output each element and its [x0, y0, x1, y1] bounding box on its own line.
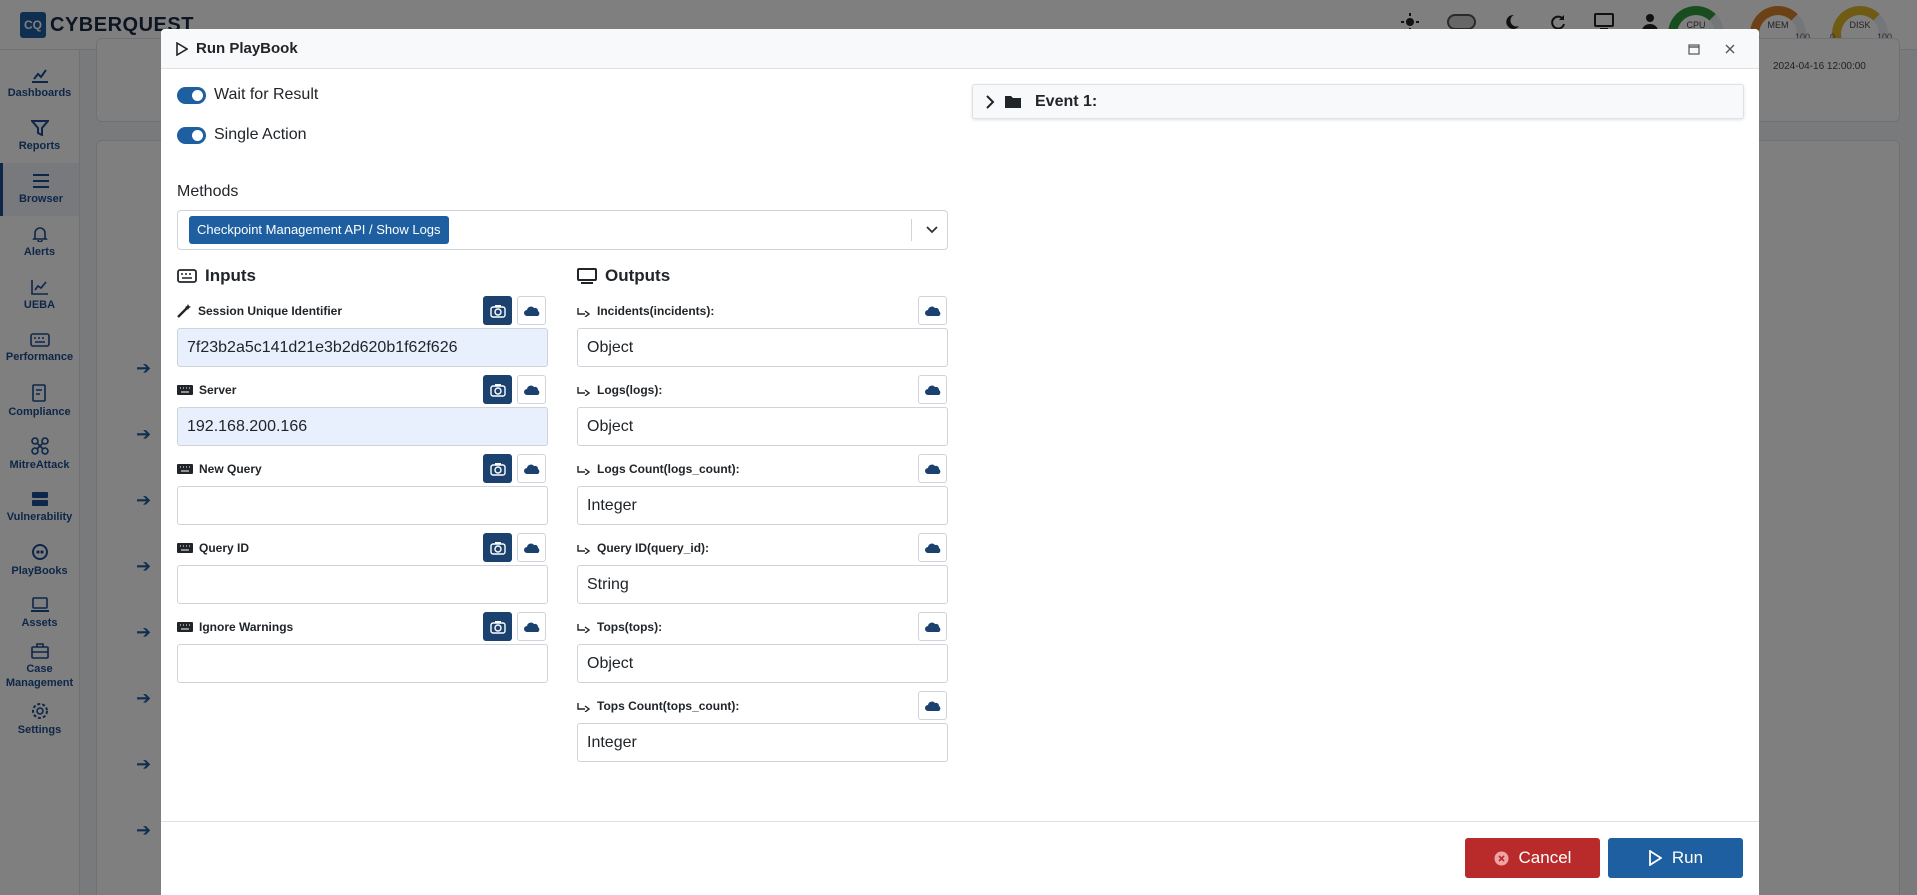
cloud-icon: [924, 464, 940, 474]
query-id-output[interactable]: String: [577, 565, 948, 604]
input-label: New Query: [177, 462, 262, 476]
close-button[interactable]: [1718, 37, 1742, 61]
variable-button[interactable]: [918, 533, 947, 562]
maximize-icon: [1688, 43, 1700, 55]
cloud-icon: [523, 464, 539, 474]
single-action-row: Single Action: [177, 126, 307, 144]
inputs-section-title: Inputs: [177, 266, 256, 286]
event-panel[interactable]: Event 1:: [972, 84, 1744, 119]
methods-select[interactable]: Checkpoint Management API / Show Logs: [177, 210, 948, 250]
variable-button[interactable]: [918, 612, 947, 641]
cloud-icon: [523, 385, 539, 395]
desktop-icon: [577, 268, 597, 284]
cloud-icon: [924, 543, 940, 553]
arrow-out-icon: [577, 703, 591, 712]
query-id-input[interactable]: [177, 565, 548, 604]
maximize-button[interactable]: [1682, 37, 1706, 61]
select-separator: [911, 219, 912, 241]
run-button[interactable]: Run: [1608, 838, 1743, 878]
camera-button[interactable]: [483, 296, 512, 325]
magic-icon: [177, 304, 191, 318]
close-icon: [1725, 44, 1735, 54]
camera-icon: [489, 383, 506, 397]
variable-button[interactable]: [918, 296, 947, 325]
chevron-down-icon[interactable]: [925, 222, 939, 241]
cloud-icon: [924, 385, 940, 395]
wait-for-result-row: Wait for Result: [177, 86, 318, 104]
cancel-button[interactable]: Cancel: [1465, 838, 1600, 878]
outputs-section-title: Outputs: [577, 266, 670, 286]
modal-header: Run PlayBook: [161, 29, 1759, 69]
modal-title: Run PlayBook: [196, 40, 298, 57]
tops-output[interactable]: Object: [577, 644, 948, 683]
cloud-icon: [523, 622, 539, 632]
arrow-out-icon: [577, 624, 591, 633]
arrow-out-icon: [577, 387, 591, 396]
ignore-warnings-input[interactable]: [177, 644, 548, 683]
cloud-icon: [523, 543, 539, 553]
logs-count-output[interactable]: Integer: [577, 486, 948, 525]
input-label: Query ID: [177, 541, 249, 555]
selected-method-chip[interactable]: Checkpoint Management API / Show Logs: [189, 216, 449, 244]
logs-output[interactable]: Object: [577, 407, 948, 446]
server-input[interactable]: 192.168.200.166: [177, 407, 548, 446]
single-action-toggle[interactable]: [177, 126, 206, 144]
camera-icon: [489, 462, 506, 476]
incidents-output[interactable]: Object: [577, 328, 948, 367]
modal-footer: Cancel Run: [161, 821, 1759, 895]
variable-button[interactable]: [517, 533, 546, 562]
run-playbook-modal: Run PlayBook Wait for Result Single Acti…: [161, 29, 1759, 895]
camera-button[interactable]: [483, 454, 512, 483]
cloud-icon: [924, 622, 940, 632]
output-label: Tops Count(tops_count):: [577, 699, 739, 713]
output-label: Incidents(incidents):: [577, 304, 714, 318]
play-icon: [1649, 850, 1662, 866]
variable-button[interactable]: [918, 454, 947, 483]
arrow-out-icon: [577, 308, 591, 317]
cloud-icon: [924, 701, 940, 711]
variable-button[interactable]: [918, 375, 947, 404]
chevron-right-icon: [986, 94, 995, 109]
variable-button[interactable]: [918, 691, 947, 720]
output-label: Logs(logs):: [577, 383, 662, 397]
new-query-input[interactable]: [177, 486, 548, 525]
input-label: Server: [177, 383, 236, 397]
keyboard-icon: [177, 269, 197, 283]
arrow-out-icon: [577, 466, 591, 475]
camera-icon: [489, 304, 506, 318]
camera-button[interactable]: [483, 533, 512, 562]
input-label: Session Unique Identifier: [177, 304, 342, 318]
folder-icon: [1005, 96, 1021, 108]
arrow-out-icon: [577, 545, 591, 554]
event-title: Event 1:: [1035, 92, 1098, 110]
cloud-icon: [523, 306, 539, 316]
cancel-icon: [1494, 851, 1509, 865]
keyboard-icon: [177, 385, 193, 395]
camera-icon: [489, 541, 506, 555]
tops-count-output[interactable]: Integer: [577, 723, 948, 762]
variable-button[interactable]: [517, 296, 546, 325]
keyboard-icon: [177, 464, 193, 474]
camera-icon: [489, 620, 506, 634]
variable-button[interactable]: [517, 612, 546, 641]
variable-button[interactable]: [517, 375, 546, 404]
keyboard-icon: [177, 622, 193, 632]
camera-button[interactable]: [483, 612, 512, 641]
session-id-input[interactable]: 7f23b2a5c141d21e3b2d620b1f62f626: [177, 328, 548, 367]
single-action-label: Single Action: [214, 126, 307, 143]
play-icon: [176, 41, 188, 56]
output-label: Tops(tops):: [577, 620, 662, 634]
methods-label: Methods: [177, 183, 239, 200]
camera-button[interactable]: [483, 375, 512, 404]
keyboard-icon: [177, 543, 193, 553]
variable-button[interactable]: [517, 454, 546, 483]
output-label: Query ID(query_id):: [577, 541, 709, 555]
input-label: Ignore Warnings: [177, 620, 293, 634]
output-label: Logs Count(logs_count):: [577, 462, 740, 476]
wait-for-result-label: Wait for Result: [214, 86, 319, 103]
wait-for-result-toggle[interactable]: [177, 86, 206, 104]
cloud-icon: [924, 306, 940, 316]
